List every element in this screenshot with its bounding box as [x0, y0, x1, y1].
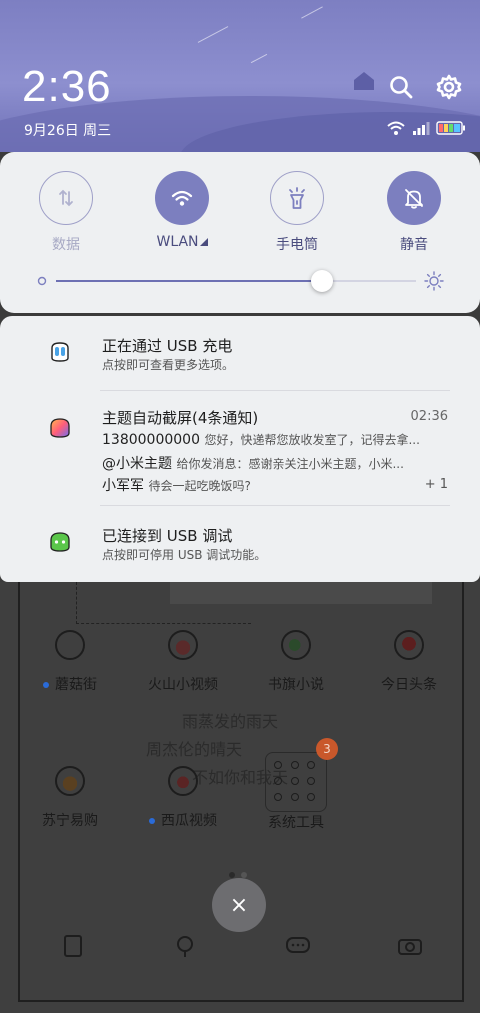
sketch-dashed-line — [76, 582, 251, 624]
notification-usb-charging-title: 正在通过 USB 充电 — [102, 337, 233, 355]
status-bar-icons — [386, 120, 466, 136]
quick-settings-panel: 数据 WLAN 手电筒 静音 — [0, 152, 480, 313]
brightness-slider-thumb[interactable] — [311, 270, 334, 292]
toggle-mobile-data[interactable]: 数据 — [21, 171, 111, 254]
toggle-flashlight-circle[interactable] — [270, 171, 324, 225]
house-decoration — [354, 72, 374, 90]
app-label: 蘑菇街 — [55, 677, 97, 693]
notification-theme-group[interactable]: 主题自动截屏(4条通知) 02:36 13800000000 您好，快递帮您放收… — [0, 391, 480, 505]
notification-list: 正在通过 USB 充电 点按即可查看更多选项。 主题自动截屏(4条通知) 02:… — [0, 316, 480, 582]
battery-icon — [436, 121, 465, 135]
app-label: 书旗小说 — [268, 677, 324, 693]
theme-app-icon — [50, 418, 70, 438]
folder-badge: 3 — [316, 738, 338, 760]
notification-message: 给你发消息：感谢亲关注小米主题，小米... — [176, 457, 404, 471]
brightness-slider-track[interactable] — [56, 280, 416, 282]
notification-theme-line: @小米主题 给你发消息：感谢亲关注小米主题，小米... — [102, 453, 448, 473]
notification-theme-line: 小军军 待会一起吃晚饭吗? — [102, 475, 402, 495]
app-label: 苏宁易购 — [42, 813, 98, 829]
brightness-high-icon — [424, 271, 444, 291]
folder-grid-icon — [265, 752, 327, 812]
expand-corner-icon — [199, 238, 208, 246]
app-suning[interactable]: 苏宁易购 — [20, 766, 120, 830]
folder-system-tools[interactable]: 系统工具 — [246, 752, 346, 832]
toggle-silent-label: 静音 — [400, 237, 428, 253]
android-system-icon — [51, 342, 69, 362]
bell-off-icon — [405, 189, 423, 209]
notification-message: 待会一起吃晚饭吗? — [148, 479, 251, 493]
notification-message: 您好，快递帮您放收发室了，记得去拿... — [204, 433, 420, 447]
toggle-flashlight[interactable]: 手电筒 — [252, 171, 342, 254]
toggle-silent-circle[interactable] — [387, 171, 441, 225]
dock-messages-icon[interactable] — [285, 934, 311, 958]
meteor-decoration — [301, 6, 323, 19]
notification-sender: @小米主题 — [102, 456, 172, 472]
notification-theme-line: 13800000000 您好，快递帮您放收发室了，记得去拿... — [102, 431, 448, 448]
brightness-low-icon — [37, 276, 47, 286]
app-mogujie[interactable]: 蘑菇街 — [20, 630, 120, 694]
close-shade-button[interactable]: × — [212, 878, 266, 932]
app-huoshan-video[interactable]: 火山小视频 — [133, 630, 233, 694]
clock-date: 9月26日 周三 — [24, 123, 112, 139]
meteor-decoration — [250, 53, 268, 64]
sketch-lyric: 雨蒸发的雨天 — [182, 712, 279, 731]
clock-time: 2:36 — [22, 62, 112, 111]
toggle-wlan-label: WLAN — [137, 234, 227, 250]
app-xigua-video[interactable]: 西瓜视频 — [133, 766, 233, 830]
sketch-lyric: 周杰伦的晴天 — [146, 740, 243, 759]
app-label: 系统工具 — [268, 815, 324, 831]
toggle-wlan-label-text: WLAN — [156, 234, 199, 250]
toutiao-icon — [394, 630, 424, 660]
toggle-wlan-circle[interactable] — [155, 171, 209, 225]
wifi-icon — [171, 190, 193, 206]
notification-usb-charging[interactable]: 正在通过 USB 充电 点按即可查看更多选项。 — [0, 316, 480, 390]
notification-usb-debugging-subtitle: 点按即可停用 USB 调试功能。 — [102, 548, 267, 562]
app-label: 西瓜视频 — [161, 813, 217, 829]
dock-camera-icon[interactable] — [397, 934, 423, 958]
notification-more-count: + 1 — [424, 477, 448, 492]
notification-usb-debugging[interactable]: 已连接到 USB 调试 点按即可停用 USB 调试功能。 — [0, 506, 480, 582]
shuqi-novel-icon — [281, 630, 311, 660]
xigua-video-icon — [168, 766, 198, 796]
notification-sender: 小军军 — [102, 478, 144, 494]
app-label: 火山小视频 — [148, 677, 218, 693]
wifi-signal-icon — [387, 121, 405, 135]
app-label: 今日头条 — [381, 677, 437, 693]
new-dot — [43, 682, 49, 688]
huoshan-video-icon — [168, 630, 198, 660]
toggle-mobile-data-label: 数据 — [52, 237, 80, 253]
toggle-mobile-data-circle[interactable] — [39, 171, 93, 225]
brightness-slider-fill — [56, 280, 323, 282]
notification-usb-debugging-title: 已连接到 USB 调试 — [102, 527, 233, 545]
cellular-signal-icon — [413, 122, 430, 135]
notification-usb-charging-subtitle: 点按即可查看更多选项。 — [102, 358, 235, 372]
meteor-decoration — [197, 26, 229, 43]
close-icon: × — [229, 892, 249, 918]
new-dot — [149, 818, 155, 824]
data-arrows-icon — [59, 189, 73, 207]
gear-icon[interactable] — [434, 72, 464, 102]
dock-browser-icon[interactable] — [172, 934, 198, 958]
toggle-wlan[interactable]: WLAN — [137, 171, 227, 250]
notification-sender: 13800000000 — [102, 432, 200, 448]
search-icon[interactable] — [386, 72, 416, 102]
suning-icon — [55, 766, 85, 796]
toggle-silent[interactable]: 静音 — [369, 171, 459, 254]
notification-theme-time: 02:36 — [410, 409, 448, 424]
notification-theme-title: 主题自动截屏(4条通知) — [102, 409, 259, 427]
mogujie-icon — [55, 630, 85, 660]
toggle-flashlight-label: 手电筒 — [276, 237, 318, 253]
notification-shade-header: 2:36 9月26日 周三 — [0, 0, 480, 152]
home-screen-background: 雨蒸发的雨天 周杰伦的晴天 不如你和我天 蘑菇街 火山小视频 书旗小说 今日头条… — [0, 582, 480, 1013]
android-debug-icon — [50, 532, 70, 552]
flashlight-icon — [289, 187, 305, 209]
app-shuqi-novel[interactable]: 书旗小说 — [246, 630, 346, 694]
dock-phone-icon[interactable] — [60, 934, 86, 958]
app-toutiao[interactable]: 今日头条 — [359, 630, 459, 694]
